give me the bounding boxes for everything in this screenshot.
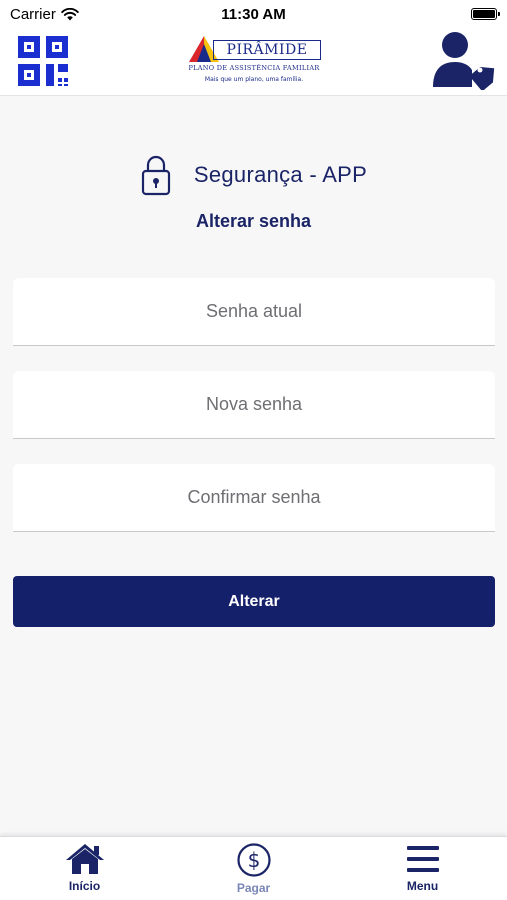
battery-icon [470,8,500,20]
qr-code-button[interactable] [16,34,70,88]
wifi-icon [61,7,79,20]
current-password-field [13,278,495,346]
confirm-password-input[interactable] [13,464,495,531]
section-title: Segurança - APP [193,162,368,187]
new-password-input[interactable] [13,371,495,438]
tab-inicio[interactable]: Início [0,837,169,900]
change-password-button[interactable]: Alterar [13,576,495,627]
section-subtitle: Alterar senha [195,211,312,231]
profile-button[interactable] [429,30,499,92]
current-password-input[interactable] [13,278,495,345]
status-left: Carrier [10,6,130,23]
home-icon [65,844,104,874]
battery-fill [472,10,495,18]
tab-pagar-label: Pagar [236,881,271,895]
new-password-field [13,371,495,439]
carrier-label: Carrier [10,5,56,23]
bottom-tab-bar: Início $ Pagar Menu [0,836,507,900]
confirm-password-field [13,464,495,532]
brand-logo: PIRÂMIDE PLANO DE ASSISTÊNCIA FAMILIAR M… [185,34,323,86]
user-tag-icon [433,32,495,92]
logo-subtitle: PLANO DE ASSISTÊNCIA FAMILIAR [188,64,320,72]
dollar-circle-icon: $ [236,843,271,877]
status-right [377,8,500,20]
status-bar: Carrier 11:30 AM [0,0,507,28]
tab-menu-label: Menu [406,879,439,893]
logo-name: PIRÂMIDE [213,40,321,60]
section-header: Segurança - APP [0,150,507,200]
svg-text:$: $ [247,848,260,872]
tab-pagar[interactable]: $ Pagar [169,837,338,900]
lock-icon [141,155,170,196]
status-time: 11:30 AM [221,5,286,23]
tab-menu[interactable]: Menu [338,837,507,900]
app-header: PIRÂMIDE PLANO DE ASSISTÊNCIA FAMILIAR M… [0,28,507,96]
qr-code-icon [18,36,68,86]
tab-inicio-label: Início [68,879,101,893]
logo-tagline: Mais que um plano, uma família. [204,76,304,83]
hamburger-menu-icon [406,846,439,872]
